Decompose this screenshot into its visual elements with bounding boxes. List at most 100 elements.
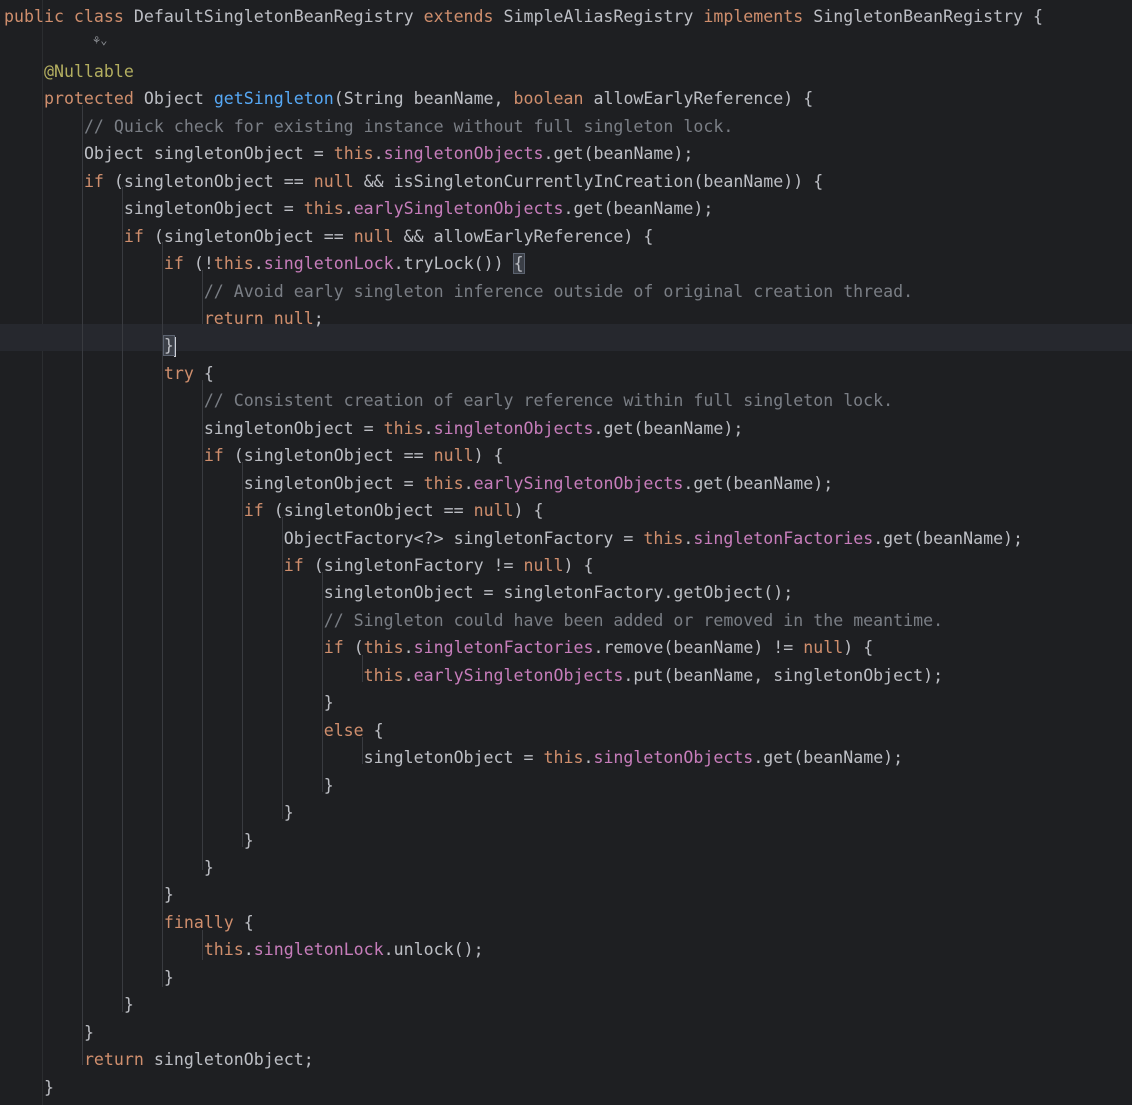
code-token: singletonFactories [413,638,594,658]
code-line[interactable]: } [4,827,1132,854]
code-line[interactable]: } [4,332,1132,359]
code-line[interactable]: this.singletonLock.unlock(); [4,936,1132,963]
code-line[interactable]: } [4,799,1132,826]
code-line[interactable]: singletonObject = this.singletonObjects.… [4,744,1132,771]
code-line[interactable]: if (singletonObject == null) { [4,442,1132,469]
code-line[interactable]: // Singleton could have been added or re… [4,607,1132,634]
code-line[interactable]: } [4,1074,1132,1101]
code-line[interactable]: } [4,964,1132,991]
code-line[interactable]: return singletonObject; [4,1046,1132,1073]
code-token: singletonObjects [433,418,594,438]
code-line[interactable]: // Avoid early singleton inference outsi… [4,278,1132,305]
code-token: extends [423,7,504,26]
code-line[interactable]: if (this.singletonFactories.remove(beanN… [4,634,1132,661]
code-token: .get(beanName); [543,144,694,164]
code-line[interactable]: this.earlySingletonObjects.put(beanName,… [4,662,1132,689]
code-token: boolean [513,89,594,109]
code-token: . [253,254,264,274]
code-line[interactable]: singletonObject = this.earlySingletonObj… [4,195,1132,222]
code-token: ) { [473,446,504,466]
code-token: earlySingletonObjects [473,473,684,493]
code-token: } [203,857,214,877]
code-token: // Consistent creation of early referenc… [203,391,894,411]
code-token: DefaultSingletonBeanRegistry [133,7,424,26]
code-token: null [433,446,474,466]
code-token: } [323,775,334,795]
code-line[interactable]: singletonObject = this.singletonObjects.… [4,415,1132,442]
code-line[interactable]: if (singletonObject == null) { [4,497,1132,524]
code-line[interactable]: Object singletonObject = this.singletonO… [4,140,1132,167]
code-line[interactable]: } [4,854,1132,881]
code-line[interactable]: protected Object getSingleton(String bea… [4,85,1132,112]
code-token: singletonObjects [593,748,754,768]
code-token: .get(beanName); [873,528,1024,548]
code-token: } [163,967,174,987]
code-line[interactable]: // Consistent creation of early referenc… [4,387,1132,414]
code-token: else [323,720,374,740]
code-token: this [383,418,424,438]
code-token: } [283,803,294,823]
code-line[interactable]: public class DefaultSingletonBeanRegistr… [4,3,1132,30]
code-line[interactable]: ObjectFactory<?> singletonFactory = this… [4,525,1132,552]
code-line[interactable]: if (singletonObject == null && allowEarl… [4,223,1132,250]
code-line[interactable]: if (singletonObject == null && isSinglet… [4,168,1132,195]
code-line[interactable]: if (!this.singletonLock.tryLock()) { [4,250,1132,277]
code-line[interactable]: } [4,881,1132,908]
code-token: (singletonFactory != [313,556,524,575]
code-token: . [683,528,694,548]
text-caret [173,336,176,357]
code-token: ObjectFactory<?> singletonFactory = [283,528,644,548]
code-token: this [303,199,344,219]
code-line[interactable]: finally { [4,909,1132,936]
code-line[interactable]: // Quick check for existing instance wit… [4,113,1132,140]
code-line[interactable]: else { [4,717,1132,744]
code-editor[interactable]: ⚘⌄ public class DefaultSingletonBeanRegi… [0,0,1132,1105]
code-token: .tryLock()) [393,254,514,274]
code-token: { [373,720,384,740]
code-line[interactable]: return null; [4,305,1132,332]
code-line[interactable]: } [4,1019,1132,1046]
code-token: singletonObject = [363,748,544,768]
code-line[interactable]: try { [4,360,1132,387]
code-line[interactable]: @Nullable [4,58,1132,85]
code-token: (! [193,254,214,274]
code-token: ) { [513,501,544,521]
code-token: . [403,638,414,658]
code-line[interactable]: } [4,689,1132,716]
code-line[interactable]: } [4,991,1132,1018]
chevron-down-icon[interactable]: ⌄ [100,33,107,47]
code-token: } [323,693,334,713]
code-token: earlySingletonObjects [413,665,624,685]
code-token: singletonObject = [123,199,304,219]
code-line[interactable]: if (singletonFactory != null) { [4,552,1132,579]
ai-assistant-icon[interactable]: ⚘⌄ [93,31,107,49]
code-token: singletonObjects [383,144,544,164]
code-line[interactable]: } [4,772,1132,799]
code-line[interactable]: singletonObject = this.earlySingletonObj… [4,470,1132,497]
code-token: finally [163,912,244,932]
matched-brace: { [512,253,525,275]
code-token: this [333,144,374,164]
code-token: if [83,171,114,191]
code-line[interactable]: singletonObject = singletonFactory.getOb… [4,579,1132,606]
code-token: && isSingletonCurrentlyInCreation(beanNa… [363,171,824,191]
code-token: singletonFactories [693,528,874,548]
code-token: this [423,473,464,493]
code-token: { [243,912,254,932]
